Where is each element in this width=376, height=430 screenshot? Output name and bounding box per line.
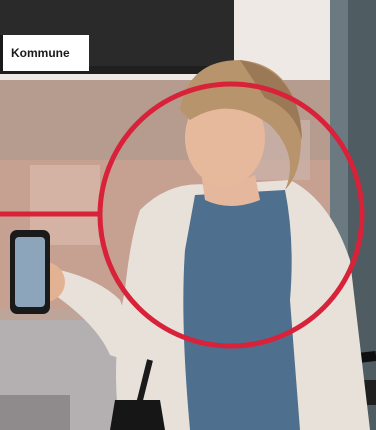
badge-label: Kommune	[11, 46, 70, 60]
hero-image-card: Kommune	[0, 0, 376, 430]
category-badge[interactable]: Kommune	[0, 35, 89, 71]
